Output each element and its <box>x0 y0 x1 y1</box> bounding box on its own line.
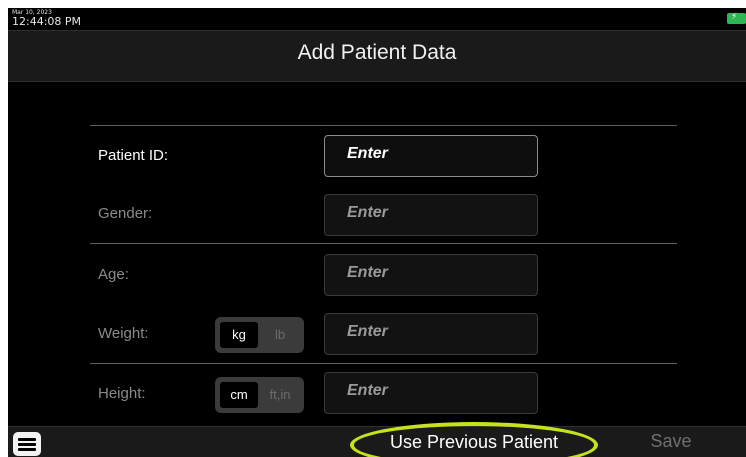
age-value: Enter <box>347 264 388 281</box>
use-previous-patient-label: Use Previous Patient <box>389 432 559 452</box>
height-unit-cm[interactable]: cm <box>220 382 258 408</box>
header-bar: Add Patient Data <box>8 30 746 82</box>
status-time: 12:44:08 PM <box>12 15 82 28</box>
age-field[interactable]: Enter <box>324 254 538 296</box>
hamburger-icon[interactable] <box>13 432 41 456</box>
save-button[interactable]: Save <box>636 431 706 452</box>
age-label: Age: <box>98 266 129 283</box>
battery-icon: ⚡ <box>727 12 746 24</box>
gender-value: Enter <box>347 204 388 221</box>
patient-id-label: Patient ID: <box>98 147 169 164</box>
height-value: Enter <box>347 382 388 399</box>
patient-id-field[interactable]: Enter <box>324 135 538 177</box>
weight-unit-toggle[interactable]: kg lb <box>215 317 304 353</box>
weight-label: Weight: <box>98 325 149 342</box>
use-previous-patient-button[interactable]: Use Previous Patient <box>350 422 598 457</box>
divider <box>90 125 677 126</box>
height-field[interactable]: Enter <box>324 372 538 414</box>
menu-bar-line <box>18 438 36 441</box>
height-unit-ftin[interactable]: ft,in <box>261 382 299 408</box>
page-title: Add Patient Data <box>297 41 457 64</box>
gender-field[interactable]: Enter <box>324 194 538 236</box>
height-label: Height: <box>98 385 146 402</box>
weight-value: Enter <box>347 323 388 340</box>
status-bar: Mar 10, 2023 12:44:08 PM ⚡ <box>8 8 746 30</box>
menu-bar-line <box>18 443 36 446</box>
gender-label: Gender: <box>98 205 153 222</box>
height-unit-toggle[interactable]: cm ft,in <box>215 377 304 413</box>
weight-unit-kg[interactable]: kg <box>220 322 258 348</box>
patient-id-value: Enter <box>347 145 388 162</box>
weight-unit-lb[interactable]: lb <box>261 322 299 348</box>
device-screen: Mar 10, 2023 12:44:08 PM ⚡ Add Patient D… <box>8 8 746 457</box>
divider <box>90 243 677 244</box>
weight-field[interactable]: Enter <box>324 313 538 355</box>
menu-bar-line <box>18 448 36 451</box>
divider <box>90 363 677 364</box>
bottom-bar: Use Previous Patient Save <box>8 422 746 457</box>
charging-bolt-icon: ⚡ <box>731 12 738 22</box>
